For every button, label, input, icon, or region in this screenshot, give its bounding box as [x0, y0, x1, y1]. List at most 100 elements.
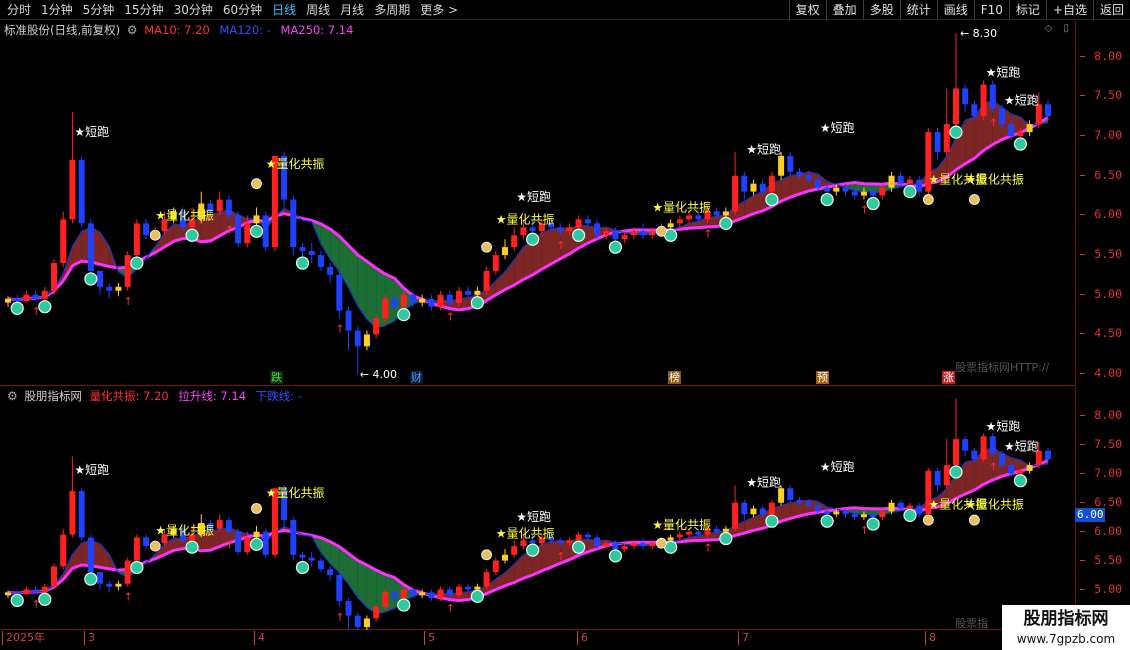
- candle-body: [860, 514, 867, 518]
- buy-signal-icon: [608, 549, 623, 563]
- event-tag-list[interactable]: 榜: [668, 371, 681, 384]
- period-tab-8[interactable]: 月线: [335, 0, 369, 20]
- candle-body: [676, 219, 683, 224]
- resonance-signal: ★量化共振: [496, 526, 555, 540]
- main-chart-panel[interactable]: 标准股份(日线,前复权) ⚙ MA10: 7.20 MA120: - MA250…: [0, 21, 1075, 386]
- buy-signal-icon: [719, 531, 733, 546]
- money-bag-icon: [656, 225, 667, 237]
- toolbar: 分时 1分钟 5分钟 15分钟 30分钟 60分钟 日线 周线 月线 多周期 更多 > 复权 叠加 多股…: [0, 0, 1130, 20]
- period-tab-1[interactable]: 1分钟: [36, 0, 78, 20]
- candle-body: [603, 543, 610, 547]
- buy-signal-icon: [1013, 137, 1027, 151]
- candle-body: [419, 592, 426, 596]
- ma120-label: MA120: -: [219, 23, 271, 37]
- candle-body: [474, 586, 481, 590]
- candle-body: [741, 175, 748, 192]
- event-tag-up[interactable]: 涨: [942, 371, 955, 384]
- candle-body: [216, 199, 223, 212]
- buy-signal-icon: [903, 508, 917, 522]
- toolbar-button-4[interactable]: 画线: [936, 0, 974, 20]
- toolbar-button-0[interactable]: 复权: [788, 0, 826, 20]
- toolbar-buttons: 复权 叠加 多股 统计 画线 F10 标记 +自选 返回: [788, 0, 1130, 20]
- short-run-signal: ★短跑: [74, 463, 109, 477]
- period-tab-7[interactable]: 周线: [301, 0, 335, 20]
- toolbar-button-1[interactable]: 叠加: [825, 0, 863, 20]
- candle-body: [722, 211, 729, 216]
- candle-body: [345, 310, 352, 331]
- candle-body: [824, 511, 831, 515]
- money-bag-icon: [968, 514, 980, 526]
- candle-body: [327, 569, 334, 576]
- period-tab-6[interactable]: 日线: [267, 0, 301, 20]
- short-run-signal: ★短跑: [746, 476, 781, 490]
- event-tag-down[interactable]: 跌: [270, 371, 283, 384]
- period-tab-5[interactable]: 60分钟: [218, 0, 267, 20]
- period-tab-0[interactable]: 分时: [2, 0, 36, 20]
- candle-body: [51, 263, 58, 291]
- candle-body: [317, 255, 324, 267]
- candle-body: [584, 534, 591, 538]
- indicator-panel[interactable]: ⚙ 股朋指标网 量化共振: 7.20 拉升线: 7.14 下跌线: - ↑ ↑ ↑ ↑…: [0, 387, 1075, 630]
- candle-body: [87, 223, 94, 271]
- money-bag-icon: [251, 503, 262, 514]
- candle-body: [97, 270, 104, 287]
- toolbar-button-3[interactable]: 统计: [899, 0, 937, 20]
- event-tag-forecast[interactable]: 预: [816, 371, 829, 384]
- candle-body: [851, 191, 858, 196]
- toolbar-button-8[interactable]: 返回: [1092, 0, 1130, 20]
- resonance-signal: ★量化共振: [652, 200, 711, 214]
- stock-title: 标准股份(日线,前复权): [4, 23, 121, 37]
- candle-body: [943, 465, 950, 486]
- candle-body: [962, 439, 969, 451]
- price-tick: 8.00: [1080, 48, 1122, 63]
- candle-body: [566, 227, 573, 232]
- period-tab-4[interactable]: 30分钟: [169, 0, 218, 20]
- candle-body: [41, 290, 48, 299]
- bear-cloud: [357, 254, 367, 320]
- candle-body: [879, 511, 886, 518]
- price-tick: 5.00: [1080, 581, 1122, 596]
- period-tab-10[interactable]: 更多 >: [415, 0, 463, 20]
- money-bag-icon: [251, 178, 262, 190]
- high-price-label: ← 8.30: [960, 27, 997, 40]
- brand-url: www.7gpzb.com: [1016, 632, 1116, 646]
- date-tick: 8: [925, 631, 936, 645]
- candle-body: [916, 179, 923, 192]
- resonance-signal: ★量化共振: [155, 524, 214, 538]
- candle-body: [262, 531, 269, 555]
- candle-body: [400, 589, 407, 599]
- period-tab-2[interactable]: 5分钟: [78, 0, 120, 20]
- toolbar-button-6[interactable]: 标记: [1008, 0, 1046, 20]
- candle-body: [69, 491, 76, 535]
- price-tick: 7.00: [1080, 128, 1122, 143]
- settings-icon[interactable]: ⚙: [7, 389, 18, 403]
- candle-body: [676, 534, 683, 538]
- candle-body: [814, 179, 821, 188]
- candle-body: [391, 298, 398, 307]
- resonance-signal: ★量化共振: [155, 208, 214, 222]
- candle-body: [695, 531, 702, 535]
- candle-body: [998, 453, 1005, 466]
- toolbar-button-7[interactable]: +自选: [1045, 0, 1093, 20]
- buy-signal-icon: [949, 125, 963, 139]
- toolbar-button-2[interactable]: 多股: [862, 0, 900, 20]
- toolbar-button-5[interactable]: F10: [973, 0, 1009, 20]
- up-arrow-icon: ↑: [124, 295, 133, 308]
- candle-body: [906, 179, 913, 184]
- short-run-signal: ★短跑: [516, 190, 551, 204]
- indicator-axis: 6.00 8.00 7.50 7.00 6.50 6.00 5.50 5.00: [1075, 387, 1130, 630]
- buy-signal-icon: [572, 228, 586, 242]
- up-arrow-icon: ↑: [860, 204, 869, 217]
- candle-body: [483, 270, 490, 291]
- candle-body: [594, 223, 601, 236]
- period-tab-3[interactable]: 15分钟: [119, 0, 168, 20]
- price-tick: 4.50: [1080, 326, 1122, 341]
- buy-signal-icon: [84, 572, 98, 586]
- event-tag-finance[interactable]: 财: [410, 371, 423, 384]
- money-bag-icon: [656, 537, 667, 549]
- settings-icon[interactable]: ⚙: [127, 23, 138, 37]
- date-tick: 7: [738, 631, 749, 645]
- period-tab-9[interactable]: 多周期: [369, 0, 415, 20]
- resonance-signal: ★量化共振: [965, 173, 1024, 187]
- up-arrow-icon: ↑: [989, 116, 998, 129]
